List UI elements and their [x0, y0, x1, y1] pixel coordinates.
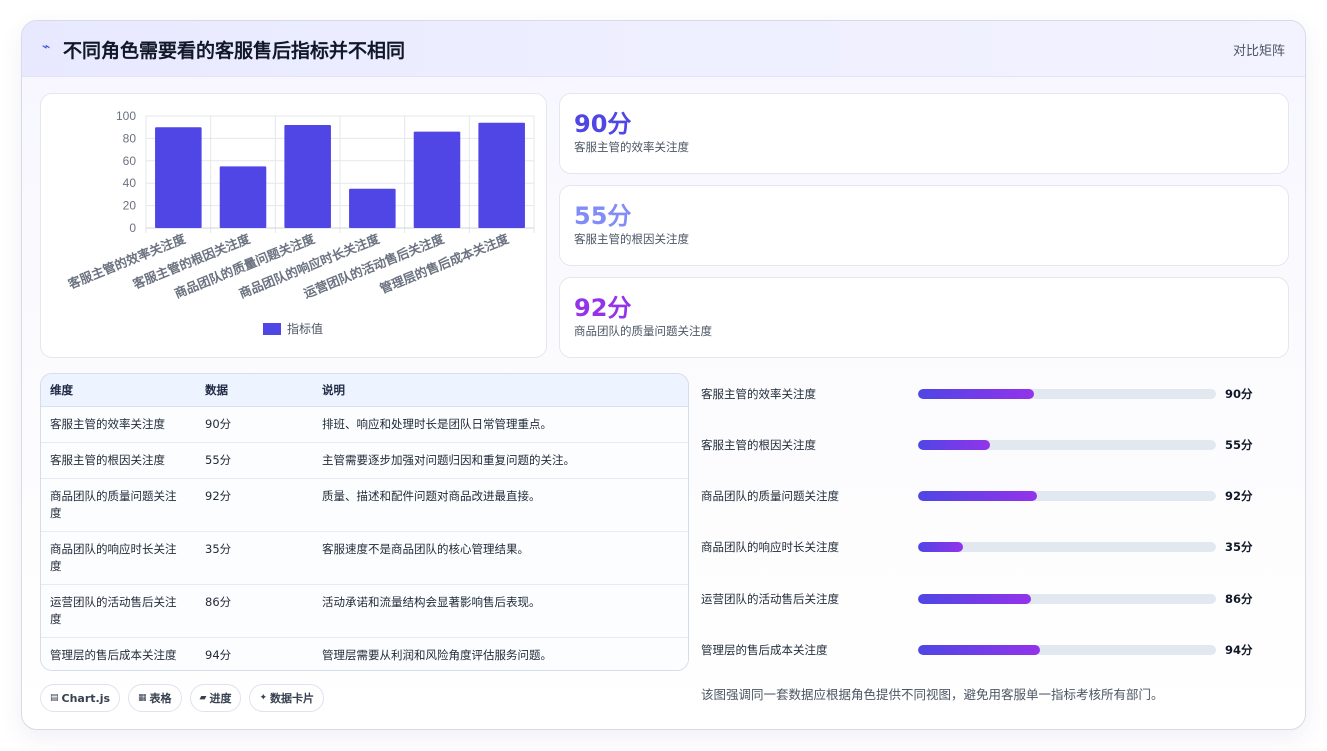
y-tick-label: 0 [129, 221, 136, 235]
progress-row: 运营团队的活动售后关注度 86分 [701, 589, 1291, 609]
table-cell: 55分 [196, 442, 313, 479]
stat-value: 55分 [574, 202, 632, 230]
table-cell: 94分 [196, 637, 313, 670]
progress-fill [918, 542, 963, 552]
progress-row: 客服主管的根因关注度 55分 [701, 435, 1291, 455]
progress-row: 商品团队的质量问题关注度 92分 [701, 486, 1291, 506]
table-cell: 管理层的售后成本关注度 [41, 637, 196, 670]
header-tag: 对比矩阵 [1232, 44, 1285, 59]
table-cell: 管理层需要从利润和风险角度评估服务问题。 [313, 637, 688, 670]
table-row: 商品团队的质量问题关注度 92分 质量、描述和配件问题对商品改进最直接。 [41, 478, 688, 532]
progress-label: 商品团队的响应时长关注度 [701, 540, 839, 554]
bar-chart: 0 20 40 60 80 100 客服主管的效率关注度 客服主管的根因关注度 商品团队的质量问… [40, 93, 547, 358]
y-tick-label: 60 [123, 154, 137, 168]
progress-row: 管理层的售后成本关注度 94分 [701, 640, 1291, 660]
bar [349, 188, 396, 228]
dashboard-card: ⌁ 不同角色需要看的客服售后指标并不相同 对比矩阵 0 20 40 60 80 100 客服… [21, 20, 1306, 730]
progress-fill [918, 389, 1035, 399]
progress-row: 商品团队的响应时长关注度 35分 [701, 537, 1291, 557]
table-row: 管理层的售后成本关注度 94分 管理层需要从利润和风险角度评估服务问题。 [41, 637, 688, 670]
table-row: 运营团队的活动售后关注度 86分 活动承诺和流量结构会显著影响售后表现。 [41, 584, 688, 638]
progress-value: 90分 [1225, 387, 1253, 401]
table-row: 商品团队的响应时长关注度 35分 客服速度不是商品团队的核心管理结果。 [41, 531, 688, 585]
table-cell: 客服主管的效率关注度 [41, 406, 196, 443]
chip-table[interactable]: ▦ 表格 [128, 684, 182, 712]
table-cell: 客服主管的根因关注度 [41, 442, 196, 479]
progress-track [918, 542, 1216, 552]
bar [155, 127, 202, 228]
stat-label: 商品团队的质量问题关注度 [574, 324, 712, 338]
table-row: 客服主管的根因关注度 55分 主管需要逐步加强对问题归因和重复问题的关注。 [41, 442, 688, 479]
table-cell: 86分 [196, 584, 313, 638]
y-tick-label: 80 [123, 131, 137, 145]
progress-row: 客服主管的效率关注度 90分 [701, 384, 1291, 404]
y-tick-label: 100 [116, 109, 136, 123]
progress-icon: ▰ [199, 693, 207, 703]
table-cell: 排班、响应和处理时长是团队日常管理重点。 [313, 406, 688, 443]
chip-chartjs[interactable]: ▤ Chart.js [40, 684, 121, 712]
table-icon: ▦ [138, 693, 147, 703]
progress-value: 35分 [1225, 540, 1253, 554]
stat-card: 92分 商品团队的质量问题关注度 [559, 277, 1289, 358]
progress-fill [918, 491, 1038, 501]
progress-value: 86分 [1225, 592, 1253, 606]
stat-label: 客服主管的根因关注度 [574, 232, 689, 246]
progress-label: 商品团队的质量问题关注度 [701, 489, 839, 503]
table-cell: 活动承诺和流量结构会显著影响售后表现。 [313, 584, 688, 638]
table-cell: 运营团队的活动售后关注度 [41, 584, 196, 638]
y-tick-label: 20 [123, 199, 137, 213]
table-cell: 商品团队的质量问题关注度 [41, 478, 196, 532]
table-header-row: 维度 数据 说明 [41, 374, 688, 407]
bar [413, 131, 461, 228]
column-header: 说明 [313, 374, 688, 407]
column-header: 维度 [41, 374, 196, 407]
y-tick-label: 40 [123, 176, 137, 190]
table-row: 客服主管的效率关注度 90分 排班、响应和处理时长是团队日常管理重点。 [41, 406, 688, 443]
progress-fill [918, 594, 1032, 604]
progress-value: 92分 [1225, 489, 1253, 503]
chart-line-icon: ⌁ [42, 39, 51, 55]
footnote: 该图强调同一套数据应根据角色提供不同视图，避免用客服单一指标考核所有部门。 [701, 687, 1164, 702]
bar [284, 124, 331, 228]
progress-fill [918, 645, 1041, 655]
table-cell: 92分 [196, 478, 313, 532]
progress-fill [918, 440, 990, 450]
progress-value: 55分 [1225, 438, 1253, 452]
table-cell: 90分 [196, 406, 313, 443]
legend-swatch [263, 323, 281, 335]
progress-track [918, 594, 1216, 604]
table-cell: 客服速度不是商品团队的核心管理结果。 [313, 531, 688, 585]
progress-value: 94分 [1225, 643, 1253, 657]
table-cell: 商品团队的响应时长关注度 [41, 531, 196, 585]
stat-label: 客服主管的效率关注度 [574, 140, 689, 154]
bar [478, 122, 525, 228]
stat-card: 55分 客服主管的根因关注度 [559, 185, 1289, 266]
table-cell: 质量、描述和配件问题对商品改进最直接。 [313, 478, 688, 532]
stat-card: 90分 客服主管的效率关注度 [559, 93, 1289, 174]
stat-value: 92分 [574, 294, 632, 322]
progress-label: 运营团队的活动售后关注度 [701, 592, 839, 606]
data-table: 维度 数据 说明 客服主管的效率关注度 90分 排班、响应和处理时长是团队日常管… [40, 373, 689, 671]
progress-track [918, 389, 1216, 399]
sparkle-icon: ✦ [259, 693, 268, 703]
chart-icon: ▤ [50, 693, 59, 703]
legend-label: 指标值 [287, 321, 323, 336]
tech-chips: ▤ Chart.js ▦ 表格 ▰ 进度 ✦ 数据卡片 [40, 684, 325, 712]
progress-label: 客服主管的效率关注度 [701, 387, 816, 401]
progress-track [918, 491, 1216, 501]
progress-track [918, 645, 1216, 655]
stat-value: 90分 [574, 110, 632, 138]
table-cell: 35分 [196, 531, 313, 585]
progress-track [918, 440, 1216, 450]
progress-label: 客服主管的根因关注度 [701, 438, 816, 452]
card-header: ⌁ 不同角色需要看的客服售后指标并不相同 对比矩阵 [22, 21, 1305, 77]
progress-label: 管理层的售后成本关注度 [701, 643, 828, 657]
table-cell: 主管需要逐步加强对问题归因和重复问题的关注。 [313, 442, 688, 479]
column-header: 数据 [196, 374, 313, 407]
page-title: 不同角色需要看的客服售后指标并不相同 [63, 40, 406, 62]
chip-progress[interactable]: ▰ 进度 [189, 684, 242, 712]
bar [219, 166, 267, 228]
chip-data-card[interactable]: ✦ 数据卡片 [249, 684, 325, 712]
